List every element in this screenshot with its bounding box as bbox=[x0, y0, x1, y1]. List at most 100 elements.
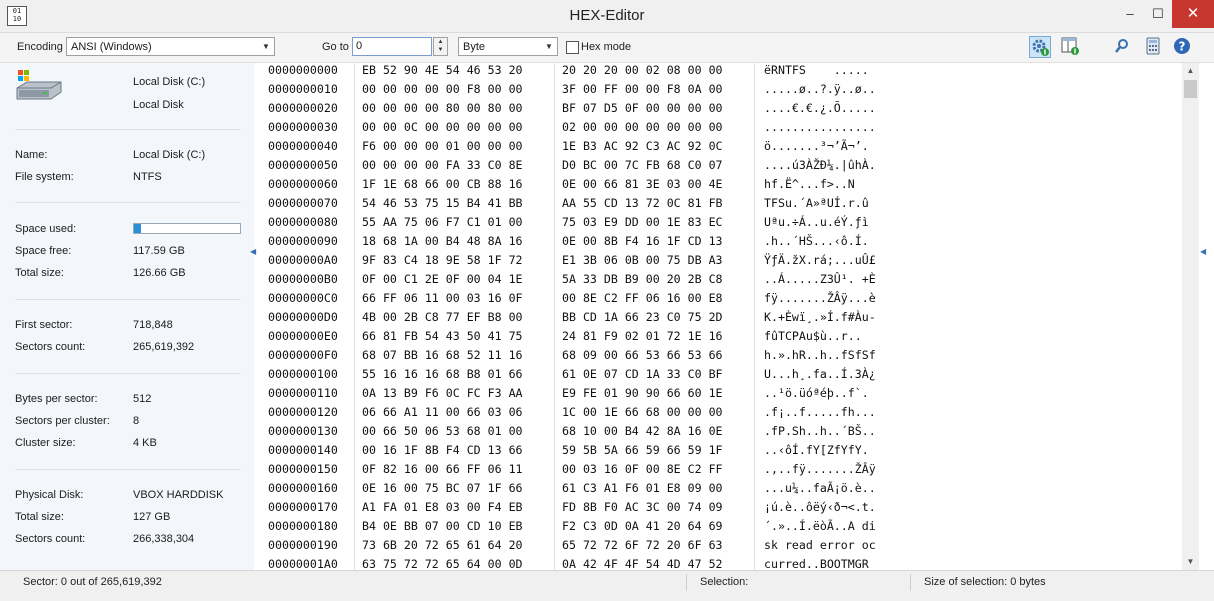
unit-select[interactable]: Byte ▼ bbox=[458, 37, 558, 56]
hex-bytes-left[interactable]: 9F 83 C4 18 9E 58 1F 72 bbox=[362, 251, 523, 270]
hex-bytes-right[interactable]: 61 C3 A1 F6 01 E8 09 00 bbox=[562, 479, 723, 498]
goto-stepper[interactable]: ▲ ▼ bbox=[433, 37, 448, 56]
ascii-text[interactable]: U...h¸.fa..Í.3À¿ bbox=[764, 365, 876, 384]
ascii-text[interactable]: K.+Èwï¸.»Í.f#Àu- bbox=[764, 308, 876, 327]
settings-icon[interactable] bbox=[1029, 36, 1051, 58]
ascii-text[interactable]: ŸƒÄ.žX.rá;...uÛ£ bbox=[764, 251, 876, 270]
goto-input[interactable]: 0 bbox=[352, 37, 432, 56]
ascii-text[interactable]: Uªu.÷Á..u.éÝ.ƒì bbox=[764, 213, 869, 232]
hex-bytes-left[interactable]: 00 00 0C 00 00 00 00 00 bbox=[362, 118, 523, 137]
hex-bytes-left[interactable]: 66 81 FB 54 43 50 41 75 bbox=[362, 327, 523, 346]
maximize-button[interactable]: ☐ bbox=[1144, 0, 1172, 28]
hex-bytes-right[interactable]: E9 FE 01 90 90 66 60 1E bbox=[562, 384, 723, 403]
ascii-text[interactable]: ..‹ôÍ.fY[ZfYfY. bbox=[764, 441, 869, 460]
hex-bytes-right[interactable]: 75 03 E9 DD 00 1E 83 EC bbox=[562, 213, 723, 232]
hex-bytes-right[interactable]: 00 03 16 0F 00 8E C2 FF bbox=[562, 460, 723, 479]
hex-bytes-left[interactable]: 66 FF 06 11 00 03 16 0F bbox=[362, 289, 523, 308]
ascii-text[interactable]: .....ø..?.ÿ..ø.. bbox=[764, 80, 876, 99]
hex-bytes-left[interactable]: B4 0E BB 07 00 CD 10 EB bbox=[362, 517, 523, 536]
hex-bytes-left[interactable]: 54 46 53 75 15 B4 41 BB bbox=[362, 194, 523, 213]
ascii-text[interactable]: .h..´HŠ...‹ô.Í. bbox=[764, 232, 869, 251]
hex-bytes-left[interactable]: 00 00 00 00 00 F8 00 00 bbox=[362, 80, 523, 99]
hex-bytes-right[interactable]: 3F 00 FF 00 00 F8 0A 00 bbox=[562, 80, 723, 99]
hex-bytes-left[interactable]: EB 52 90 4E 54 46 53 20 bbox=[362, 63, 523, 80]
hex-bytes-right[interactable]: AA 55 CD 13 72 0C 81 FB bbox=[562, 194, 723, 213]
vertical-scrollbar[interactable]: ▲ ▼ bbox=[1182, 63, 1199, 570]
hex-bytes-left[interactable]: 00 00 00 00 80 00 80 00 bbox=[362, 99, 523, 118]
scroll-thumb[interactable] bbox=[1184, 80, 1197, 98]
minimize-button[interactable]: – bbox=[1116, 0, 1144, 28]
scroll-down-icon[interactable]: ▼ bbox=[1182, 554, 1199, 570]
hex-bytes-left[interactable]: 0F 00 C1 2E 0F 00 04 1E bbox=[362, 270, 523, 289]
hex-bytes-right[interactable]: F2 C3 0D 0A 41 20 64 69 bbox=[562, 517, 723, 536]
encoding-select[interactable]: ANSI (Windows) ▼ bbox=[66, 37, 275, 56]
hex-bytes-right[interactable]: 61 0E 07 CD 1A 33 C0 BF bbox=[562, 365, 723, 384]
calculator-icon[interactable] bbox=[1143, 36, 1165, 58]
ascii-text[interactable]: curred..BOOTMGR bbox=[764, 555, 869, 570]
hex-bytes-right[interactable]: 00 8E C2 FF 06 16 00 E8 bbox=[562, 289, 723, 308]
hex-bytes-right[interactable]: 0E 00 66 81 3E 03 00 4E bbox=[562, 175, 723, 194]
hex-bytes-left[interactable]: 00 66 50 06 53 68 01 00 bbox=[362, 422, 523, 441]
hex-bytes-right[interactable]: 02 00 00 00 00 00 00 00 bbox=[562, 118, 723, 137]
ascii-text[interactable]: fÿ.......ŽÂÿ...è bbox=[764, 289, 876, 308]
hex-bytes-left[interactable]: F6 00 00 00 01 00 00 00 bbox=[362, 137, 523, 156]
search-icon[interactable] bbox=[1112, 36, 1134, 58]
ascii-text[interactable]: TFSu.´A»ªUÍ.r.û bbox=[764, 194, 869, 213]
info-panel-icon[interactable] bbox=[1060, 36, 1082, 58]
ascii-text[interactable]: .fP.Sh..h..´BŠ.. bbox=[764, 422, 876, 441]
hex-bytes-right[interactable]: 20 20 20 00 02 08 00 00 bbox=[562, 63, 723, 80]
hex-bytes-left[interactable]: 0E 16 00 75 BC 07 1F 66 bbox=[362, 479, 523, 498]
hex-bytes-left[interactable]: 0F 82 16 00 66 FF 06 11 bbox=[362, 460, 523, 479]
hex-bytes-right[interactable]: 0A 42 4F 4F 54 4D 47 52 bbox=[562, 555, 723, 570]
hex-bytes-left[interactable]: 73 6B 20 72 65 61 64 20 bbox=[362, 536, 523, 555]
ascii-text[interactable]: h.».hR..h..fSfSf bbox=[764, 346, 876, 365]
hex-bytes-left[interactable]: 00 00 00 00 FA 33 C0 8E bbox=[362, 156, 523, 175]
ascii-text[interactable]: .‚..fÿ.......ŽÂÿ bbox=[764, 460, 876, 479]
hex-bytes-left[interactable]: A1 FA 01 E8 03 00 F4 EB bbox=[362, 498, 523, 517]
ascii-text[interactable]: ¡ú.è..ôëý‹ð¬<.t. bbox=[764, 498, 876, 517]
hex-bytes-right[interactable]: E1 3B 06 0B 00 75 DB A3 bbox=[562, 251, 723, 270]
ascii-text[interactable]: hf.Ë^...f>..N bbox=[764, 175, 855, 194]
hex-bytes-left[interactable]: 4B 00 2B C8 77 EF B8 00 bbox=[362, 308, 523, 327]
hex-bytes-right[interactable]: BF 07 D5 0F 00 00 00 00 bbox=[562, 99, 723, 118]
ascii-text[interactable]: ...u¼..faÃ¡ö.è.. bbox=[764, 479, 876, 498]
hex-bytes-right[interactable]: 5A 33 DB B9 00 20 2B C8 bbox=[562, 270, 723, 289]
hex-bytes-right[interactable]: 1E B3 AC 92 C3 AC 92 0C bbox=[562, 137, 723, 156]
ascii-text[interactable]: fûTCPAu$ù..r.. bbox=[764, 327, 862, 346]
close-button[interactable]: ✕ bbox=[1172, 0, 1214, 28]
hex-bytes-left[interactable]: 00 16 1F 8B F4 CD 13 66 bbox=[362, 441, 523, 460]
ascii-text[interactable]: ..Á.....Z3Û¹. +È bbox=[764, 270, 876, 289]
ascii-text[interactable]: sk read error oc bbox=[764, 536, 876, 555]
expand-panel-icon[interactable]: ◀ bbox=[1200, 247, 1206, 256]
hex-bytes-left[interactable]: 1F 1E 68 66 00 CB 88 16 bbox=[362, 175, 523, 194]
ascii-text[interactable]: ................ bbox=[764, 118, 876, 137]
hex-mode-label[interactable]: Hex mode bbox=[581, 41, 631, 53]
hex-bytes-right[interactable]: BB CD 1A 66 23 C0 75 2D bbox=[562, 308, 723, 327]
hex-bytes-right[interactable]: 68 09 00 66 53 66 53 66 bbox=[562, 346, 723, 365]
ascii-text[interactable]: ´.»..Í.ëòÃ..A di bbox=[764, 517, 876, 536]
hex-bytes-right[interactable]: 65 72 72 6F 72 20 6F 63 bbox=[562, 536, 723, 555]
hex-bytes-left[interactable]: 63 75 72 72 65 64 00 0D bbox=[362, 555, 523, 570]
collapse-panel-icon[interactable]: ◀ bbox=[250, 247, 256, 256]
ascii-text[interactable]: ..¹ö.üóªéþ..f`. bbox=[764, 384, 869, 403]
hex-bytes-right[interactable]: 59 5B 5A 66 59 66 59 1F bbox=[562, 441, 723, 460]
help-icon[interactable]: ? bbox=[1172, 36, 1194, 58]
hex-bytes-left[interactable]: 18 68 1A 00 B4 48 8A 16 bbox=[362, 232, 523, 251]
hex-bytes-left[interactable]: 55 AA 75 06 F7 C1 01 00 bbox=[362, 213, 523, 232]
ascii-text[interactable]: ....ú3ÀŽÐ¼.|ûhÀ. bbox=[764, 156, 876, 175]
hex-bytes-left[interactable]: 0A 13 B9 F6 0C FC F3 AA bbox=[362, 384, 523, 403]
hex-bytes-left[interactable]: 55 16 16 16 68 B8 01 66 bbox=[362, 365, 523, 384]
hex-mode-checkbox[interactable] bbox=[566, 41, 579, 54]
hex-view[interactable]: 0000000000 EB 52 90 4E 54 46 53 20 20 20 2… bbox=[262, 63, 1182, 570]
ascii-text[interactable]: ....€.€.¿.Õ..... bbox=[764, 99, 876, 118]
ascii-text[interactable]: ëRNTFS ..... bbox=[764, 63, 869, 80]
ascii-text[interactable]: ö.......³¬’Ã¬’. bbox=[764, 137, 869, 156]
scroll-up-icon[interactable]: ▲ bbox=[1182, 63, 1199, 79]
hex-bytes-right[interactable]: FD 8B F0 AC 3C 00 74 09 bbox=[562, 498, 723, 517]
hex-bytes-left[interactable]: 68 07 BB 16 68 52 11 16 bbox=[362, 346, 523, 365]
hex-bytes-right[interactable]: D0 BC 00 7C FB 68 C0 07 bbox=[562, 156, 723, 175]
stepper-down-icon[interactable]: ▼ bbox=[434, 46, 447, 54]
hex-bytes-right[interactable]: 1C 00 1E 66 68 00 00 00 bbox=[562, 403, 723, 422]
ascii-text[interactable]: .f¡..f.....fh... bbox=[764, 403, 876, 422]
hex-bytes-right[interactable]: 0E 00 8B F4 16 1F CD 13 bbox=[562, 232, 723, 251]
